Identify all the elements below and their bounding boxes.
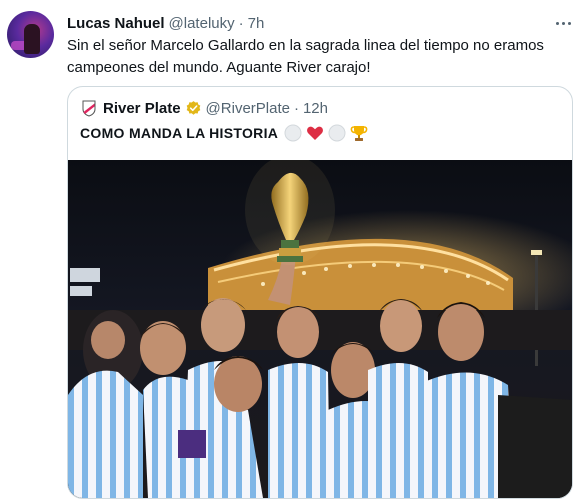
quoted-timestamp[interactable]: 12h: [303, 100, 328, 117]
author-name[interactable]: Lucas Nahuel: [67, 15, 165, 32]
separator-dot: ·: [238, 14, 244, 32]
quoted-text-label: COMO MANDA LA HISTORIA: [80, 125, 279, 141]
white-circle-icon: [284, 124, 302, 142]
avatar-figure: [24, 24, 40, 54]
tweet-text: Sin el señor Marcelo Gallardo en la sagr…: [67, 37, 544, 76]
white-circle-icon: [328, 124, 346, 142]
author-avatar[interactable]: [7, 11, 54, 58]
quoted-tweet-text: COMO MANDA LA HISTORIA: [80, 124, 368, 142]
photo-illustration: [68, 160, 572, 498]
quoted-tweet-header: River Plate @RiverPlate · 12h: [80, 98, 328, 118]
tweet-timestamp[interactable]: 7h: [248, 15, 265, 32]
quoted-author-name[interactable]: River Plate: [103, 100, 181, 117]
quoted-author-handle[interactable]: @RiverPlate: [206, 100, 290, 117]
trophy-icon: [350, 124, 368, 142]
red-heart-icon: [306, 124, 324, 142]
verified-badge-icon: [185, 100, 202, 117]
more-options-icon[interactable]: [547, 13, 579, 33]
quoted-tweet-card[interactable]: River Plate @RiverPlate · 12h COMO MANDA…: [67, 86, 573, 499]
river-plate-crest-icon[interactable]: [80, 100, 97, 117]
separator-dot: ·: [293, 99, 299, 117]
celebration-photo[interactable]: [68, 160, 572, 498]
tweet-header: Lucas Nahuel @lateluky · 7h: [67, 13, 264, 33]
author-handle[interactable]: @lateluky: [169, 15, 235, 32]
